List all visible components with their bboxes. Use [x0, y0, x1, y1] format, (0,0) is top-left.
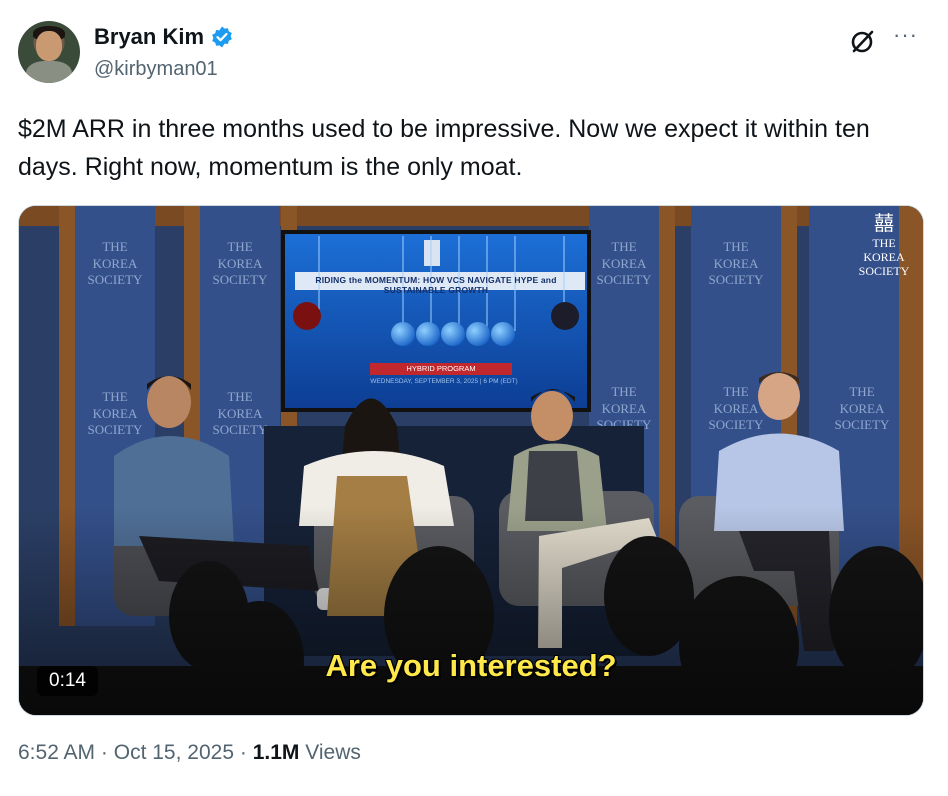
- tweet-time[interactable]: 6:52 AM: [18, 741, 95, 764]
- svg-text:KOREA: KOREA: [714, 256, 759, 271]
- views-count[interactable]: 1.1M: [253, 741, 300, 764]
- svg-text:THE: THE: [102, 239, 127, 254]
- svg-text:KOREA: KOREA: [840, 401, 885, 416]
- svg-text:KOREA: KOREA: [93, 406, 138, 421]
- svg-text:SOCIETY: SOCIETY: [709, 272, 765, 287]
- svg-text:THE: THE: [849, 384, 874, 399]
- slide-title: RIDING the MOMENTUM: HOW VCS NAVIGATE HY…: [315, 275, 557, 295]
- author-display-name[interactable]: Bryan Kim: [94, 24, 204, 50]
- svg-text:SOCIETY: SOCIETY: [213, 272, 269, 287]
- svg-text:THE: THE: [723, 384, 748, 399]
- svg-text:THE: THE: [611, 384, 636, 399]
- svg-text:KOREA: KOREA: [714, 401, 759, 416]
- tweet-meta: 6:52 AM · Oct 15, 2025 · 1.1M Views: [18, 741, 361, 765]
- author-name-row: Bryan Kim: [94, 24, 234, 50]
- svg-text:SOCIETY: SOCIETY: [213, 422, 269, 437]
- svg-text:THE: THE: [611, 239, 636, 254]
- svg-text:THE: THE: [723, 239, 748, 254]
- svg-text:KOREA: KOREA: [602, 401, 647, 416]
- svg-text:SOCIETY: SOCIETY: [88, 422, 144, 437]
- korea-society-mark-icon: 囍: [874, 213, 894, 235]
- svg-text:THE: THE: [227, 239, 252, 254]
- svg-text:SOCIETY: SOCIETY: [835, 417, 891, 432]
- svg-text:SOCIETY: SOCIETY: [597, 272, 653, 287]
- slide-program: HYBRID PROGRAM: [406, 364, 476, 373]
- video-caption: Are you interested?: [325, 648, 617, 683]
- author-avatar[interactable]: [18, 21, 80, 83]
- avatar-shirt: [26, 61, 72, 83]
- meta-separator: ·: [239, 741, 247, 764]
- meta-separator: ·: [100, 741, 108, 764]
- tweet-text: $2M ARR in three months used to be impre…: [18, 115, 870, 181]
- logo-line-2: KOREA: [863, 250, 905, 264]
- video-duration-badge: 0:14: [37, 666, 98, 696]
- author-handle[interactable]: @kirbyman01: [94, 58, 218, 81]
- svg-text:THE: THE: [227, 389, 252, 404]
- svg-text:SOCIETY: SOCIETY: [709, 417, 765, 432]
- svg-text:KOREA: KOREA: [218, 406, 263, 421]
- svg-text:SOCIETY: SOCIETY: [88, 272, 144, 287]
- tweet-date[interactable]: Oct 15, 2025: [114, 741, 234, 764]
- svg-text:KOREA: KOREA: [218, 256, 263, 271]
- verified-badge-icon: [212, 26, 232, 48]
- grok-icon[interactable]: [848, 26, 878, 56]
- svg-text:KOREA: KOREA: [93, 256, 138, 271]
- views-label: Views: [305, 741, 361, 764]
- logo-line-3: SOCIETY: [858, 264, 910, 278]
- avatar-face: [36, 31, 62, 61]
- svg-text:THE: THE: [102, 389, 127, 404]
- korea-society-logo: 囍 THE KOREA SOCIETY: [849, 212, 919, 278]
- slide-date: WEDNESDAY, SEPTEMBER 3, 2025 | 6 PM (EDT…: [370, 378, 518, 385]
- video-player[interactable]: THE KOREA SOCIETY THE KOREA SOCIETY THE KOREA…: [18, 205, 924, 716]
- more-icon[interactable]: ···: [893, 22, 918, 48]
- svg-text:KOREA: KOREA: [602, 256, 647, 271]
- logo-line-1: THE: [872, 236, 896, 250]
